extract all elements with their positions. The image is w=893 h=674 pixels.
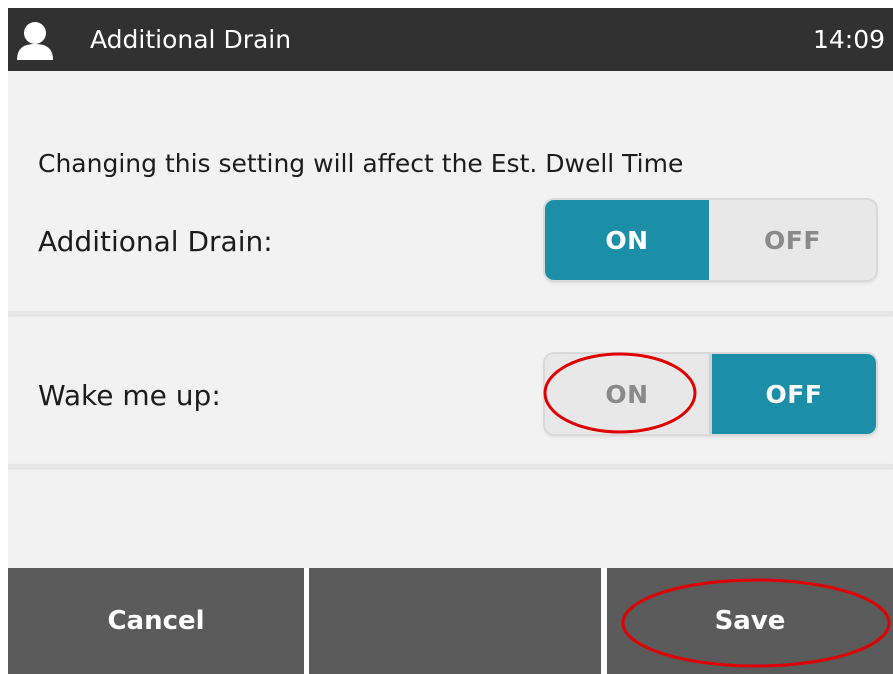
cancel-button[interactable]: Cancel <box>8 568 304 674</box>
notice-text: Changing this setting will affect the Es… <box>38 149 684 178</box>
wake-me-up-label: Wake me up: <box>38 379 221 412</box>
additional-drain-label: Additional Drain: <box>38 225 273 258</box>
user-icon <box>17 22 53 60</box>
wake-me-up-off-option[interactable]: OFF <box>712 354 876 434</box>
clock: 14:09 <box>812 25 885 54</box>
footer-bar: Cancel Save <box>8 568 893 674</box>
row-divider <box>8 311 893 315</box>
row-divider <box>8 464 893 468</box>
empty-footer-button[interactable] <box>309 568 601 674</box>
wake-me-up-toggle: ON OFF <box>545 354 876 434</box>
save-button[interactable]: Save <box>607 568 893 674</box>
device-screen: Additional Drain 14:09 Changing this set… <box>8 8 893 674</box>
additional-drain-on-option[interactable]: ON <box>545 200 709 280</box>
page-title: Additional Drain <box>90 25 292 54</box>
additional-drain-toggle: ON OFF <box>545 200 876 280</box>
additional-drain-off-option[interactable]: OFF <box>709 200 876 280</box>
header-bar: Additional Drain 14:09 <box>8 8 893 71</box>
wake-me-up-on-option[interactable]: ON <box>545 354 712 434</box>
